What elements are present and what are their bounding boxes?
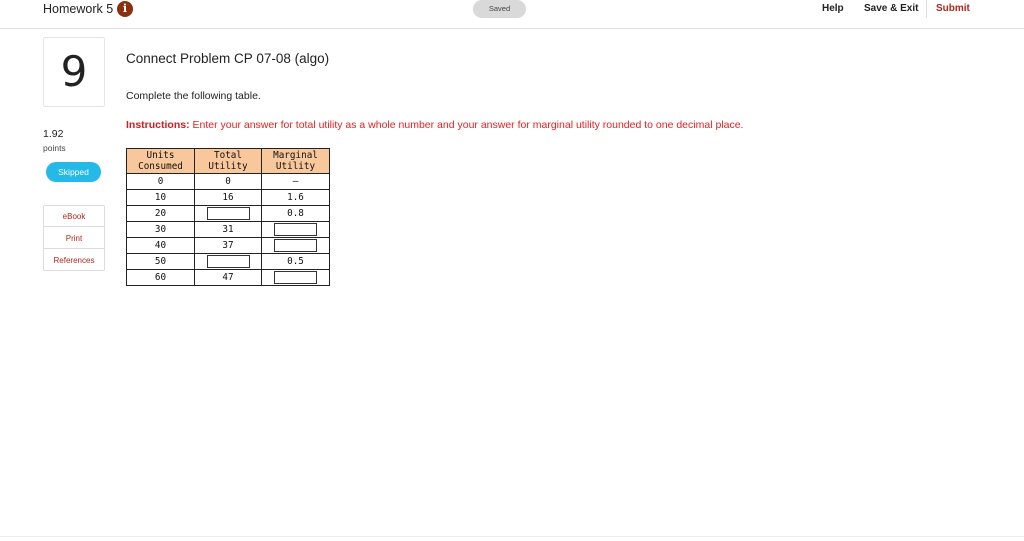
total-utility-input[interactable] [206, 207, 250, 221]
total-utility-cell: 0 [194, 173, 262, 190]
total-utility-cell: 31 [194, 221, 262, 238]
table-row: 10 16 1.6 [126, 189, 330, 206]
total-utility-cell: 16 [194, 189, 262, 206]
instructions: Instructions: Enter your answer for tota… [126, 119, 743, 131]
save-exit-link[interactable]: Save & Exit [864, 3, 918, 15]
resources-panel: eBook Print References [43, 205, 105, 271]
units-cell: 60 [126, 269, 195, 286]
info-icon[interactable]: i [117, 1, 133, 17]
problem-title: Connect Problem CP 07-08 (algo) [126, 51, 330, 66]
units-cell: 10 [126, 189, 195, 206]
table-row: 30 31 [126, 221, 330, 238]
table-row: 40 37 [126, 237, 330, 254]
marginal-utility-input[interactable] [274, 239, 317, 253]
units-cell: 40 [126, 237, 195, 254]
skipped-badge[interactable]: Skipped [46, 162, 101, 182]
assignment-title: Homework 5 [43, 2, 114, 16]
marginal-utility-cell: – [261, 173, 330, 190]
marginal-utility-cell [261, 269, 330, 286]
saved-status-badge: Saved [473, 0, 526, 18]
units-cell: 0 [126, 173, 195, 190]
points-value: 1.92 [43, 128, 64, 140]
column-header-marginal-utility: Marginal Utility [261, 148, 330, 174]
question-number-box: 9 [43, 37, 105, 107]
total-utility-cell: 37 [194, 237, 262, 254]
utility-table: Units Consumed Total Utility Marginal Utili… [126, 148, 330, 286]
total-utility-cell [194, 253, 262, 270]
table-row: 0 0– [126, 173, 330, 190]
units-cell: 50 [126, 253, 195, 270]
marginal-utility-cell: 1.6 [261, 189, 330, 206]
total-utility-cell [194, 205, 262, 222]
table-row: 20 0.8 [126, 205, 330, 222]
marginal-utility-input[interactable] [274, 271, 317, 285]
top-bar: Homework 5 i Saved Help Save & Exit Subm… [0, 0, 1024, 29]
table-header-row: Units Consumed Total Utility Marginal Utili… [126, 148, 330, 174]
ebook-link[interactable]: eBook [44, 206, 104, 227]
units-cell: 20 [126, 205, 195, 222]
marginal-utility-cell [261, 221, 330, 238]
column-header-total-utility: Total Utility [194, 148, 262, 174]
footer-divider [0, 536, 1024, 537]
nav-divider [926, 0, 927, 18]
problem-prompt: Complete the following table. [126, 90, 261, 102]
total-utility-input[interactable] [206, 255, 250, 269]
marginal-utility-cell: 0.8 [261, 205, 330, 222]
marginal-utility-cell: 0.5 [261, 253, 330, 270]
total-utility-cell: 47 [194, 269, 262, 286]
marginal-utility-input[interactable] [274, 223, 317, 237]
references-link[interactable]: References [44, 250, 104, 271]
marginal-utility-cell [261, 237, 330, 254]
instructions-text: Enter your answer for total utility as a… [189, 119, 744, 131]
instructions-label: Instructions: [126, 119, 190, 131]
column-header-units: Units Consumed [126, 148, 195, 174]
units-cell: 30 [126, 221, 195, 238]
question-number: 9 [60, 47, 88, 96]
table-row: 60 47 [126, 269, 330, 286]
table-row: 50 0.5 [126, 253, 330, 270]
submit-link[interactable]: Submit [936, 3, 970, 15]
print-link[interactable]: Print [44, 228, 104, 249]
help-link[interactable]: Help [822, 3, 844, 15]
points-label: points [43, 143, 66, 153]
